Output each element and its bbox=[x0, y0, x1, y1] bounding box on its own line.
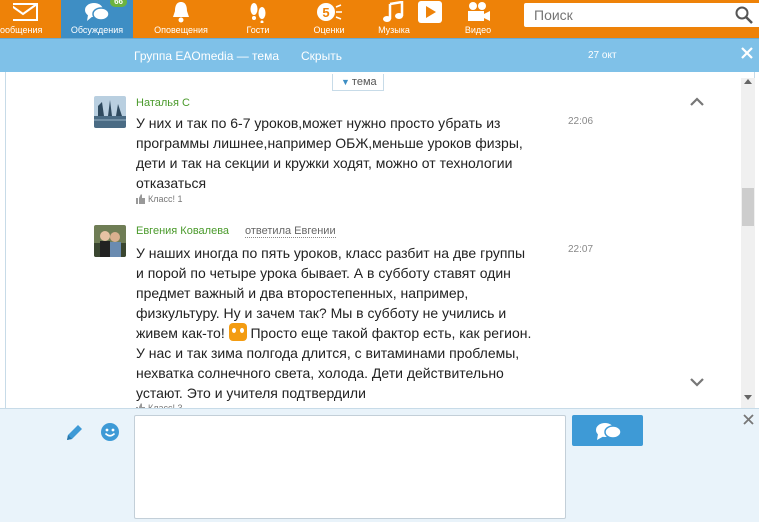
smiley-icon bbox=[228, 323, 247, 341]
close-icon[interactable] bbox=[740, 46, 754, 60]
nav-notifications[interactable]: Оповещения bbox=[143, 0, 219, 38]
discussion-header: Группа EAOmedia — тема Скрыть 27 окт bbox=[0, 38, 759, 72]
pencil-icon[interactable] bbox=[64, 423, 84, 443]
nav-messages[interactable]: ообщения bbox=[0, 0, 52, 38]
scroll-up-arrow-icon[interactable] bbox=[744, 78, 752, 84]
message-composer bbox=[0, 408, 759, 522]
like-count: Класс! 1 bbox=[148, 194, 183, 204]
top-navigation-bar: ообщения 66 Обсуждения Оповещения Гости … bbox=[0, 0, 759, 38]
video-camera-icon bbox=[468, 2, 490, 21]
message-time: 22:07 bbox=[568, 244, 594, 255]
nav-ratings-label: Оценки bbox=[313, 25, 345, 35]
message-text: У них и так по 6-7 уроков,может нужно пр… bbox=[136, 115, 523, 191]
nav-guests-label: Гости bbox=[246, 25, 270, 35]
nav-music-label: Музыка bbox=[378, 25, 410, 35]
bell-icon bbox=[173, 2, 189, 23]
nav-discussions-label: Обсуждения bbox=[70, 25, 124, 35]
nav-video[interactable]: Видео bbox=[450, 0, 506, 38]
reply-to-link[interactable]: ответила Евгении bbox=[245, 225, 336, 238]
search-box bbox=[524, 3, 759, 27]
footprints-icon bbox=[250, 3, 266, 23]
nav-guests[interactable]: Гости bbox=[226, 0, 290, 38]
smiley-face-icon[interactable] bbox=[100, 422, 120, 442]
scrollbar-track[interactable] bbox=[741, 78, 755, 408]
nav-messages-label: ообщения bbox=[0, 25, 43, 35]
discussions-icon bbox=[85, 3, 110, 21]
nav-video-label: Видео bbox=[464, 25, 492, 35]
topic-toggle[interactable]: ▼ тема bbox=[332, 74, 384, 91]
hide-button[interactable]: Скрыть bbox=[301, 49, 342, 63]
search-icon[interactable] bbox=[735, 6, 753, 24]
message-author[interactable]: Наталья С bbox=[136, 97, 190, 109]
music-note-icon bbox=[383, 1, 404, 22]
discussion-date: 27 окт bbox=[588, 50, 617, 61]
close-icon[interactable] bbox=[743, 414, 754, 425]
message-input[interactable] bbox=[134, 415, 566, 519]
scrollbar-thumb[interactable] bbox=[742, 188, 754, 226]
nav-music[interactable]: Музыка bbox=[366, 0, 422, 38]
avatar[interactable] bbox=[94, 225, 126, 257]
discussions-badge: 66 bbox=[110, 0, 127, 7]
nav-notifications-label: Оповещения bbox=[154, 25, 208, 35]
like-button[interactable]: Класс! 1 bbox=[136, 194, 183, 204]
send-button[interactable] bbox=[572, 415, 643, 446]
nav-ratings[interactable]: 5 Оценки bbox=[298, 0, 360, 38]
rating-five-icon: 5 bbox=[317, 3, 342, 21]
svg-text:5: 5 bbox=[322, 5, 329, 20]
search-input[interactable] bbox=[524, 3, 714, 27]
message-text: У наших иногда по пять уроков, класс раз… bbox=[136, 243, 534, 403]
discussion-title[interactable]: Группа EAOmedia — тема bbox=[134, 49, 279, 63]
chevron-up-icon[interactable] bbox=[689, 95, 705, 107]
triangle-down-icon: ▼ bbox=[341, 77, 350, 87]
chevron-down-icon[interactable] bbox=[689, 376, 705, 388]
thumbs-up-icon bbox=[136, 194, 145, 204]
nav-discussions[interactable]: 66 Обсуждения bbox=[61, 0, 133, 38]
play-icon[interactable] bbox=[418, 1, 442, 23]
envelope-icon bbox=[13, 3, 38, 21]
topic-label: тема bbox=[351, 76, 377, 88]
avatar[interactable] bbox=[94, 96, 126, 128]
message-time: 22:06 bbox=[568, 116, 594, 127]
send-speech-bubbles-icon bbox=[596, 423, 622, 440]
message-author[interactable]: Евгения Ковалева bbox=[136, 225, 229, 237]
scroll-down-arrow-icon[interactable] bbox=[744, 395, 752, 401]
